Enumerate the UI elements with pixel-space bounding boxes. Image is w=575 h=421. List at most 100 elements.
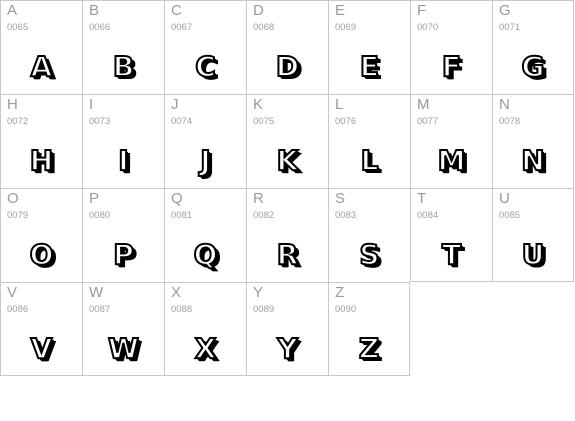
glyph-cell-o: O 0079 O [0, 188, 82, 282]
glyph-preview: V [30, 332, 54, 366]
character-label: T [417, 190, 427, 207]
character-code: 0086 [7, 304, 29, 315]
glyph-cell-e: E 0069 E [328, 0, 410, 94]
character-label: U [499, 190, 510, 207]
character-label: J [171, 96, 179, 113]
character-code: 0071 [499, 22, 521, 33]
character-label: B [89, 2, 100, 19]
character-label: Y [253, 284, 264, 301]
character-code: 0065 [7, 22, 29, 33]
character-code: 0087 [89, 304, 111, 315]
glyph-preview: T [441, 238, 462, 272]
character-label: H [7, 96, 18, 113]
glyph-cell-h: H 0072 H [0, 94, 82, 188]
glyph-preview: K [276, 144, 300, 178]
character-label: P [89, 190, 100, 207]
character-label: I [89, 96, 94, 113]
character-code: 0066 [89, 22, 111, 33]
character-label: L [335, 96, 344, 113]
glyph-cell-s: S 0083 S [328, 188, 410, 282]
character-label: D [253, 2, 264, 19]
character-code: 0067 [171, 22, 193, 33]
character-code: 0072 [7, 116, 29, 127]
glyph-cell-w: W 0087 W [82, 282, 164, 376]
character-code: 0078 [499, 116, 521, 127]
glyph-preview: S [358, 238, 380, 272]
character-label: Q [171, 190, 183, 207]
glyph-cell-c: C 0067 C [164, 0, 246, 94]
glyph-preview: W [107, 332, 140, 366]
character-label: O [7, 190, 19, 207]
character-label: M [417, 96, 430, 113]
character-label: E [335, 2, 346, 19]
character-code: 0090 [335, 304, 357, 315]
character-code: 0079 [7, 210, 29, 221]
glyph-preview: I [117, 144, 129, 178]
glyph-cell-g: G 0071 G [492, 0, 574, 94]
glyph-cell-f: F 0070 F [410, 0, 492, 94]
character-code: 0083 [335, 210, 357, 221]
glyph-cell-b: B 0066 B [82, 0, 164, 94]
character-code: 0073 [89, 116, 111, 127]
glyph-cell-d: D 0068 D [246, 0, 328, 94]
character-label: V [7, 284, 18, 301]
glyph-cell-l: L 0076 L [328, 94, 410, 188]
glyph-cell-j: J 0074 J [164, 94, 246, 188]
glyph-cell-z: Z 0090 Z [328, 282, 410, 376]
character-code: 0088 [171, 304, 193, 315]
glyph-cell-i: I 0073 I [82, 94, 164, 188]
glyph-preview: A [30, 50, 54, 84]
glyph-cell-r: R 0082 R [246, 188, 328, 282]
character-label: G [499, 2, 511, 19]
glyph-preview: Z [358, 332, 380, 366]
glyph-preview: X [194, 332, 218, 366]
glyph-preview: M [437, 144, 467, 178]
character-label: A [7, 2, 18, 19]
character-code: 0069 [335, 22, 357, 33]
glyph-preview: F [441, 50, 462, 84]
character-label: X [171, 284, 182, 301]
character-label: N [499, 96, 510, 113]
character-label: K [253, 96, 264, 113]
glyph-grid: A 0065 A B 0066 B C 0067 C D 0068 D E 0069 E F 0070 F G 007… [0, 0, 575, 421]
character-label: Z [335, 284, 345, 301]
glyph-preview: L [360, 144, 380, 178]
character-label: S [335, 190, 346, 207]
glyph-preview: U [521, 238, 546, 272]
glyph-cell-u: U 0085 U [492, 188, 574, 282]
glyph-preview: G [521, 50, 546, 84]
glyph-cell-t: T 0084 T [410, 188, 492, 282]
character-code: 0076 [335, 116, 357, 127]
character-label: F [417, 2, 427, 19]
character-code: 0077 [417, 116, 439, 127]
glyph-preview: E [359, 50, 380, 84]
glyph-preview: O [29, 238, 55, 272]
glyph-cell-y: Y 0089 Y [246, 282, 328, 376]
glyph-preview: J [199, 144, 211, 178]
glyph-cell-x: X 0088 X [164, 282, 246, 376]
glyph-preview: H [29, 144, 54, 178]
glyph-cell-q: Q 0081 Q [164, 188, 246, 282]
glyph-preview: R [276, 238, 300, 272]
glyph-preview: Y [276, 332, 298, 366]
glyph-preview: B [112, 50, 135, 84]
glyph-cell-k: K 0075 K [246, 94, 328, 188]
character-code: 0085 [499, 210, 521, 221]
character-code: 0084 [417, 210, 439, 221]
glyph-preview: P [112, 238, 135, 272]
character-code: 0068 [253, 22, 275, 33]
glyph-preview: N [520, 144, 545, 178]
character-label: C [171, 2, 182, 19]
character-code: 0089 [253, 304, 275, 315]
character-code: 0075 [253, 116, 275, 127]
character-code: 0070 [417, 22, 439, 33]
glyph-cell-p: P 0080 P [82, 188, 164, 282]
glyph-preview: C [194, 50, 217, 84]
character-code: 0074 [171, 116, 193, 127]
glyph-cell-a: A 0065 A [0, 0, 82, 94]
glyph-cell-n: N 0078 N [492, 94, 574, 188]
character-code: 0082 [253, 210, 275, 221]
character-code: 0080 [89, 210, 111, 221]
character-label: R [253, 190, 264, 207]
glyph-preview: D [275, 50, 300, 84]
